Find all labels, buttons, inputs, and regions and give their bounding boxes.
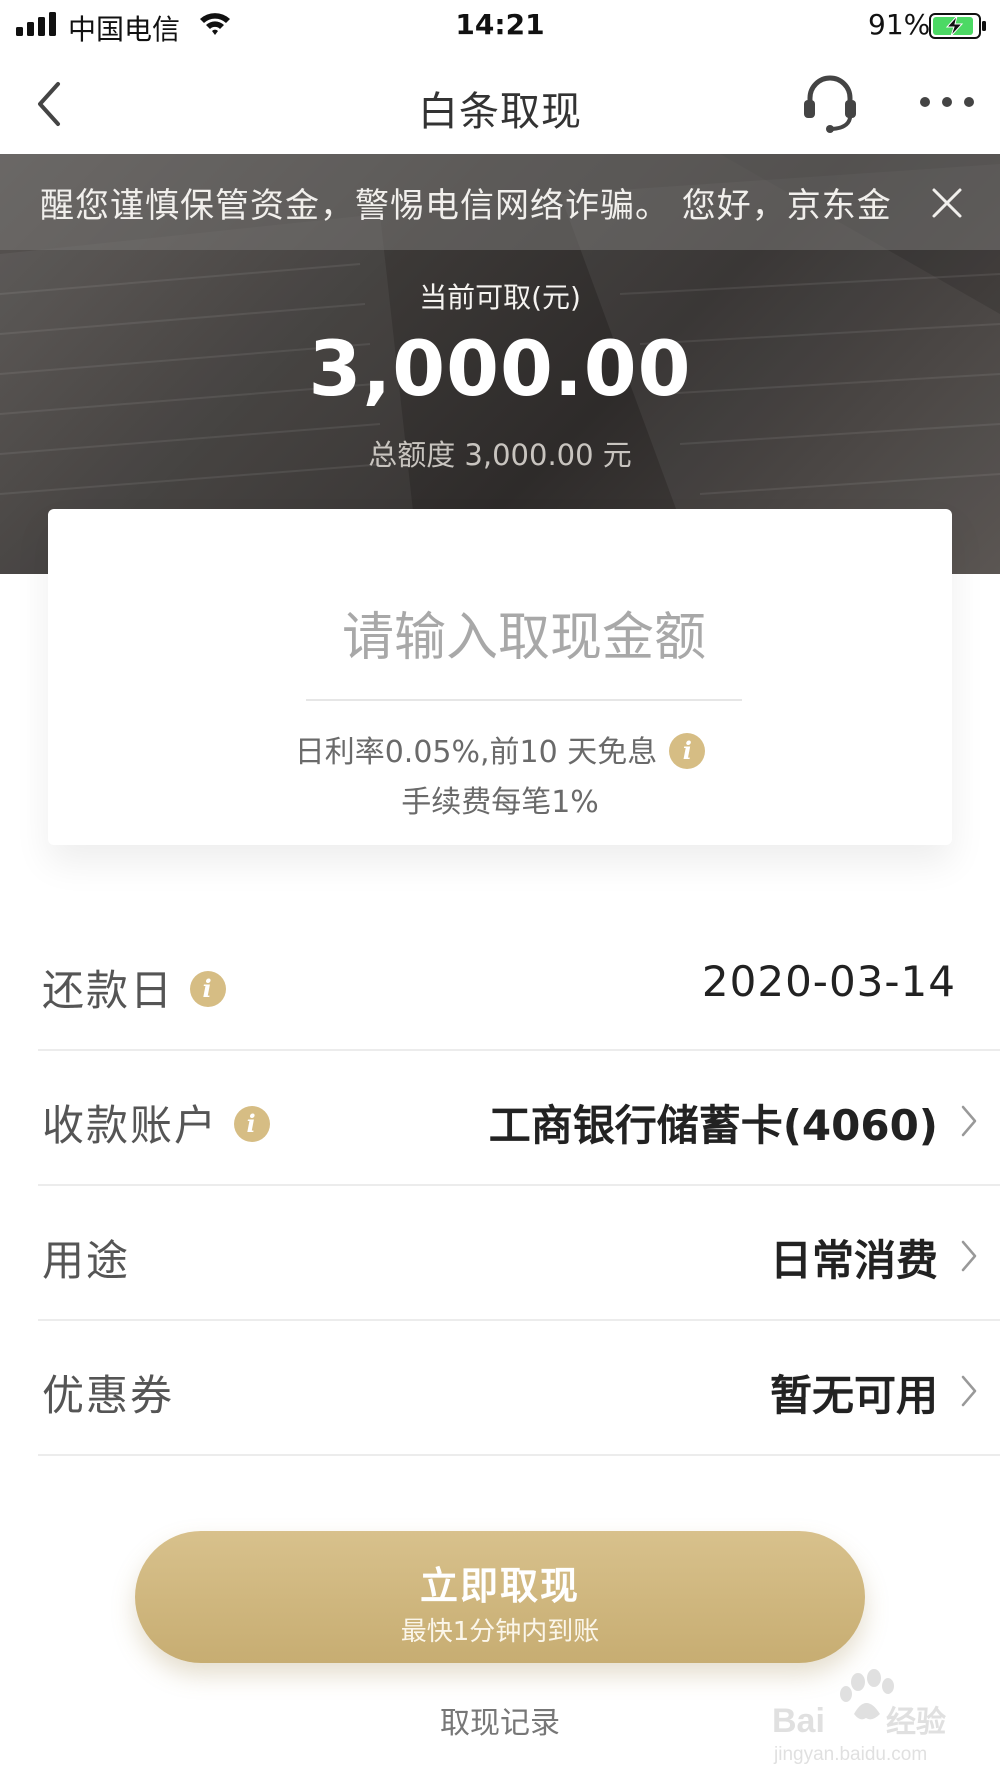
purpose-value: 日常消费 [769,1236,938,1285]
interest-rate-text: 日利率0.05%,前10 天免息 [294,735,658,770]
withdraw-now-button[interactable]: 立即取现 最快1分钟内到账 [135,1531,865,1663]
coupon-value: 暂无可用 [769,1371,938,1420]
battery-percent: 91% [868,8,931,41]
nav-bar: 白条取现 [0,52,1000,154]
purpose-row[interactable]: 用途 日常消费 [38,1187,1000,1321]
purpose-label: 用途 [42,1236,131,1285]
chevron-right-icon [961,1105,977,1137]
interest-rate-row: 日利率0.05%,前10 天免息 i [48,727,952,772]
more-icon[interactable] [918,92,976,112]
clock-time: 14:21 [455,8,545,41]
svg-text:Bai: Bai [772,1702,825,1740]
available-amount: 3,000.00 [308,324,692,413]
anti-fraud-notice-bar: 醒您谨慎保管资金，警惕电信网络诈骗。 您好，京东金 [0,154,1000,250]
repay-day-label-wrap: 还款日 i [42,957,227,1018]
notice-text: 醒您谨慎保管资金，警惕电信网络诈骗。 您好，京东金 [40,186,892,226]
input-underline [306,699,742,701]
withdraw-now-label: 立即取现 [419,1564,580,1608]
receiving-account-value: 工商银行储蓄卡(4060) [488,1101,938,1150]
chevron-right-icon [961,1240,977,1272]
fee-text: 手续费每笔1% [401,785,599,820]
available-label: 当前可取(元) [419,281,581,314]
total-credit-line: 总额度 3,000.00 元 [368,438,632,472]
status-bar: 中国电信 14:21 91% [0,0,1000,50]
withdraw-amount-card: 日利率0.05%,前10 天免息 i 手续费每笔1% [48,509,952,845]
coupon-label: 优惠券 [42,1371,175,1420]
repay-day-label: 还款日 [42,966,175,1015]
customer-service-icon[interactable] [800,72,860,134]
receiving-account-label-wrap: 收款账户 i [42,1092,271,1153]
receiving-account-label: 收款账户 [42,1101,219,1150]
battery-charging-icon [929,13,986,39]
repay-day-row: 还款日 i 2020-03-14 [38,917,1000,1051]
receiving-account-row[interactable]: 收款账户 i 工商银行储蓄卡(4060) [38,1052,1000,1186]
withdraw-amount-input[interactable] [306,603,742,673]
baidu-jingyan-watermark: Bai 经验 jingyan.baidu.com [772,1669,946,1765]
repay-day-value: 2020-03-14 [701,957,956,1006]
svg-text:经验: 经验 [886,1705,946,1740]
info-icon[interactable]: i [234,1105,271,1142]
svg-text:jingyan.baidu.com: jingyan.baidu.com [773,1744,927,1765]
close-icon[interactable] [930,186,964,220]
info-icon[interactable]: i [190,970,227,1007]
info-icon[interactable]: i [669,732,706,769]
coupon-row[interactable]: 优惠券 暂无可用 [38,1322,1000,1456]
chevron-right-icon [961,1375,977,1407]
withdraw-now-subtitle: 最快1分钟内到账 [400,1617,600,1647]
